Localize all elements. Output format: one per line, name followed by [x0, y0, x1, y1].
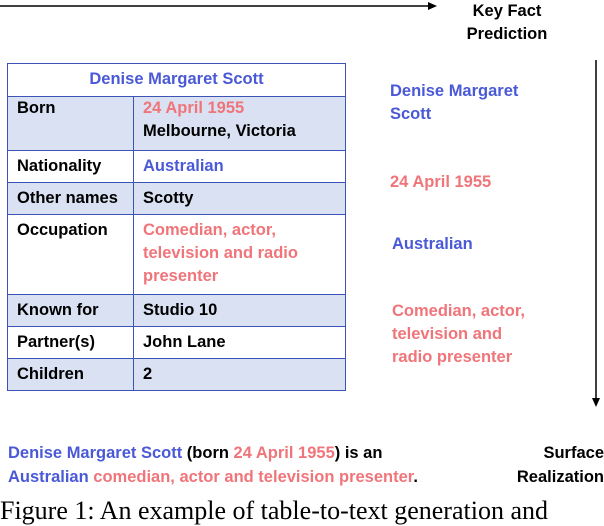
figure-caption: Figure 1: An example of table-to-text ge…	[0, 496, 548, 525]
sentence-period: .	[413, 468, 418, 486]
row-key-occupation: Occupation	[7, 214, 134, 295]
sentence-born-open: (born	[182, 444, 234, 462]
row-key-nationality: Nationality	[7, 150, 134, 183]
key-fact-prediction-label: Key Fact Prediction	[452, 0, 562, 46]
generated-sentence: Denise Margaret Scott (born 24 April 195…	[8, 441, 508, 489]
key-fact-name-line2: Scott	[390, 105, 432, 123]
table-row: Children 2	[7, 358, 346, 391]
sentence-nationality: Australian	[8, 468, 89, 486]
sentence-name: Denise Margaret Scott	[8, 444, 183, 462]
key-fact-prediction-line1: Key Fact	[472, 2, 542, 20]
surface-realization-label: Surface Realization	[506, 441, 604, 489]
table-row: Partner(s) John Lane	[7, 326, 346, 359]
infobox-header-row: Denise Margaret Scott	[7, 63, 346, 97]
row-value-born: 24 April 1955 Melbourne, Victoria	[133, 96, 346, 151]
row-value-other-names: Scotty	[133, 182, 346, 215]
key-fact-occupation: Comedian, actor, television and radio pr…	[392, 300, 525, 369]
row-value-children: 2	[133, 358, 346, 391]
sentence-is-an: ) is an	[334, 444, 383, 462]
key-fact-occupation-line2: television and	[392, 325, 503, 343]
table-row: Nationality Australian	[7, 150, 346, 183]
born-place: Melbourne, Victoria	[143, 122, 296, 140]
infobox-table: Denise Margaret Scott Born 24 April 1955…	[7, 63, 346, 391]
surface-realization-line2: Realization	[516, 468, 604, 486]
row-key-children: Children	[7, 358, 134, 391]
row-value-partner: John Lane	[133, 326, 346, 359]
row-value-known-for: Studio 10	[133, 294, 346, 327]
occupation-line1: Comedian, actor,	[143, 221, 276, 239]
key-fact-name: Denise Margaret Scott	[390, 80, 518, 126]
row-key-known-for: Known for	[7, 294, 134, 327]
table-row: Known for Studio 10	[7, 294, 346, 327]
row-key-born: Born	[7, 96, 134, 151]
sentence-occupation: comedian, actor and television presenter	[88, 468, 414, 486]
key-fact-name-line1: Denise Margaret	[390, 82, 519, 100]
born-date: 24 April 1955	[143, 99, 245, 117]
occupation-line2: television and radio	[143, 244, 298, 262]
row-key-partner: Partner(s)	[7, 326, 134, 359]
surface-realization-line1: Surface	[543, 444, 604, 462]
surface-realization-arrow	[592, 60, 600, 407]
infobox-title: Denise Margaret Scott	[7, 63, 346, 97]
table-row: Born 24 April 1955 Melbourne, Victoria	[7, 96, 346, 151]
key-fact-arrow	[0, 2, 437, 10]
key-fact-occupation-line1: Comedian, actor,	[392, 302, 525, 320]
key-fact-occupation-line3: radio presenter	[392, 348, 513, 366]
row-key-other-names: Other names	[7, 182, 134, 215]
table-row: Other names Scotty	[7, 182, 346, 215]
sentence-date: 24 April 1955	[233, 444, 335, 462]
key-fact-prediction-line2: Prediction	[466, 25, 548, 43]
key-fact-nationality: Australian	[392, 235, 473, 253]
row-value-occupation: Comedian, actor, television and radio pr…	[133, 214, 346, 295]
row-value-nationality: Australian	[133, 150, 346, 183]
table-row: Occupation Comedian, actor, television a…	[7, 214, 346, 295]
occupation-line3: presenter	[143, 267, 219, 285]
key-fact-date: 24 April 1955	[390, 173, 492, 191]
